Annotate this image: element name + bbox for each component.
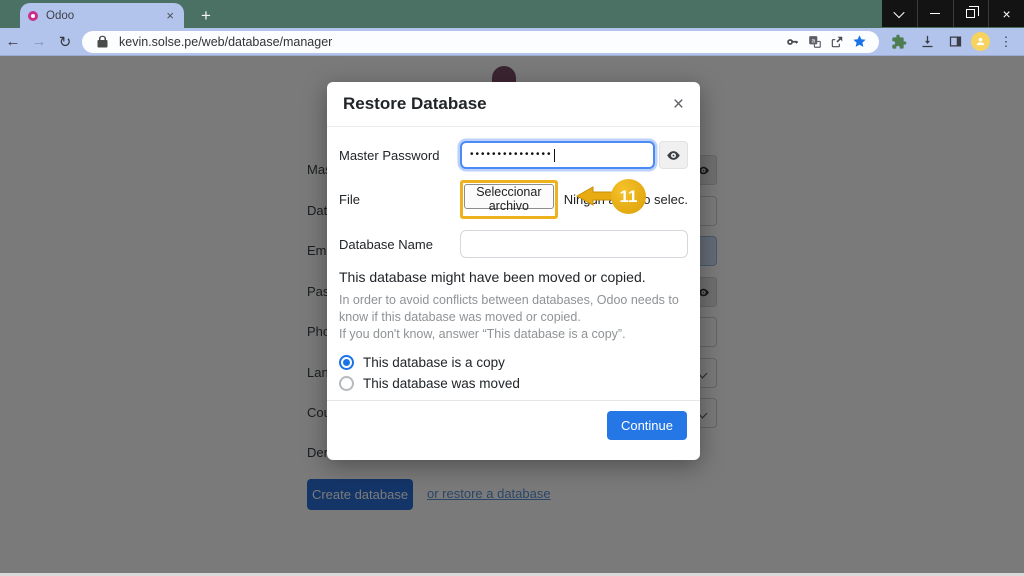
window-controls: × [882, 0, 1024, 27]
download-icon[interactable] [915, 32, 939, 52]
url-text[interactable]: kevin.solse.pe/web/database/manager [119, 35, 332, 49]
chevron-down-icon [894, 6, 905, 17]
modal-body: Master Password ••••••••••••••• File Sel… [327, 127, 700, 391]
browser-menu-icon[interactable]: ⋮ [994, 32, 1018, 52]
sidebar-panel-icon[interactable] [943, 32, 967, 52]
radio-option-moved[interactable]: This database was moved [339, 376, 688, 391]
translate-icon[interactable]: a [804, 34, 826, 50]
close-window-button[interactable]: × [988, 0, 1024, 27]
tab-title: Odoo [46, 10, 164, 22]
browser-toolbar: ← → ↻ kevin.solse.pe/web/database/manage… [0, 28, 1024, 56]
radio-checked-icon[interactable] [339, 355, 354, 370]
toggle-password-visibility-button[interactable] [659, 141, 688, 169]
warning-text-line1: In order to avoid conflicts between data… [339, 292, 688, 326]
new-tab-button[interactable]: + [194, 4, 218, 28]
radio-copy-label: This database is a copy [363, 355, 505, 370]
tab-close-icon[interactable]: × [164, 8, 176, 23]
master-password-input[interactable]: ••••••••••••••• [460, 141, 655, 169]
odoo-favicon-icon [28, 11, 38, 21]
database-name-input[interactable] [460, 230, 688, 258]
password-key-icon[interactable] [782, 34, 804, 50]
modal-footer: Continue [327, 400, 700, 460]
text-caret [554, 149, 555, 162]
modal-close-icon[interactable]: × [673, 95, 684, 114]
password-dots: ••••••••••••••• [470, 150, 553, 160]
tab-odoo[interactable]: Odoo × [20, 3, 184, 28]
minimize-icon [930, 13, 940, 15]
svg-text:a: a [811, 37, 815, 44]
browser-window: Odoo × + × ← → ↻ kevin.solse.pe/web/data… [0, 0, 1024, 576]
radio-group: This database is a copy This database wa… [339, 355, 688, 391]
annotation-highlight-box: Seleccionar archivo [460, 180, 558, 219]
modal-title: Restore Database [343, 94, 487, 114]
restore-icon [966, 9, 975, 18]
address-bar[interactable]: kevin.solse.pe/web/database/manager a [82, 31, 879, 53]
radio-unchecked-icon[interactable] [339, 376, 354, 391]
continue-button[interactable]: Continue [607, 411, 687, 440]
moved-or-copied-heading: This database might have been moved or c… [339, 269, 688, 285]
warning-text-line2: If you don't know, answer “This database… [339, 326, 688, 343]
lock-icon [91, 34, 113, 50]
field-master-password: Master Password ••••••••••••••• [339, 141, 688, 169]
toolbar-right-cluster: ⋮ [887, 32, 1024, 52]
radio-option-copy[interactable]: This database is a copy [339, 355, 688, 370]
tab-strip: Odoo × + × [0, 0, 1024, 28]
extensions-puzzle-icon[interactable] [887, 32, 911, 52]
window-menu-button[interactable] [882, 0, 917, 27]
radio-moved-label: This database was moved [363, 376, 520, 391]
restore-database-modal: Restore Database × Master Password •••••… [327, 82, 700, 460]
database-name-label: Database Name [339, 237, 460, 252]
choose-file-button[interactable]: Seleccionar archivo [464, 184, 554, 209]
master-password-label: Master Password [339, 148, 460, 163]
minimize-button[interactable] [917, 0, 953, 27]
restore-button[interactable] [953, 0, 989, 27]
profile-avatar[interactable] [971, 32, 990, 51]
field-database-name: Database Name [339, 230, 688, 258]
modal-header: Restore Database × [327, 82, 700, 127]
bookmark-star-icon[interactable] [848, 34, 870, 50]
forward-button[interactable]: → [26, 33, 52, 50]
back-button[interactable]: ← [0, 33, 26, 50]
annotation-step-badge: 11 [611, 179, 646, 214]
file-label: File [339, 192, 460, 207]
reload-button[interactable]: ↻ [52, 33, 78, 51]
close-icon: × [1003, 7, 1011, 21]
share-icon[interactable] [826, 34, 848, 50]
